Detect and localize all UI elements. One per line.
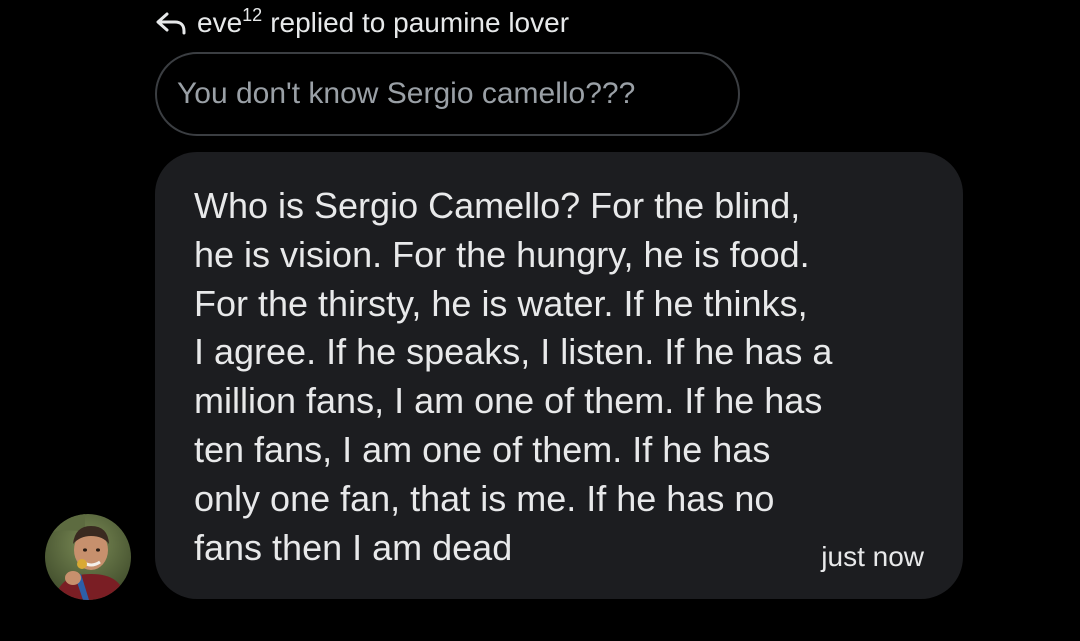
dm-conversation: eve12 replied to paumine lover You don't…: [0, 0, 1080, 641]
message-timestamp: just now: [821, 541, 924, 572]
message-bubble[interactable]: Who is Sergio Camello? For the blind, he…: [155, 152, 963, 599]
user-avatar-icon: [45, 514, 131, 600]
reply-context: eve12 replied to paumine lover: [155, 4, 569, 42]
reply-arrow-icon: [155, 8, 189, 38]
quoted-message-text: You don't know Sergio camello???: [177, 77, 636, 110]
message-text: Who is Sergio Camello? For the blind, he…: [194, 185, 833, 568]
quoted-message[interactable]: You don't know Sergio camello???: [155, 52, 740, 136]
reply-label: replied to paumine lover: [270, 7, 570, 38]
avatar[interactable]: [45, 514, 131, 600]
reply-username: eve12: [197, 5, 263, 38]
